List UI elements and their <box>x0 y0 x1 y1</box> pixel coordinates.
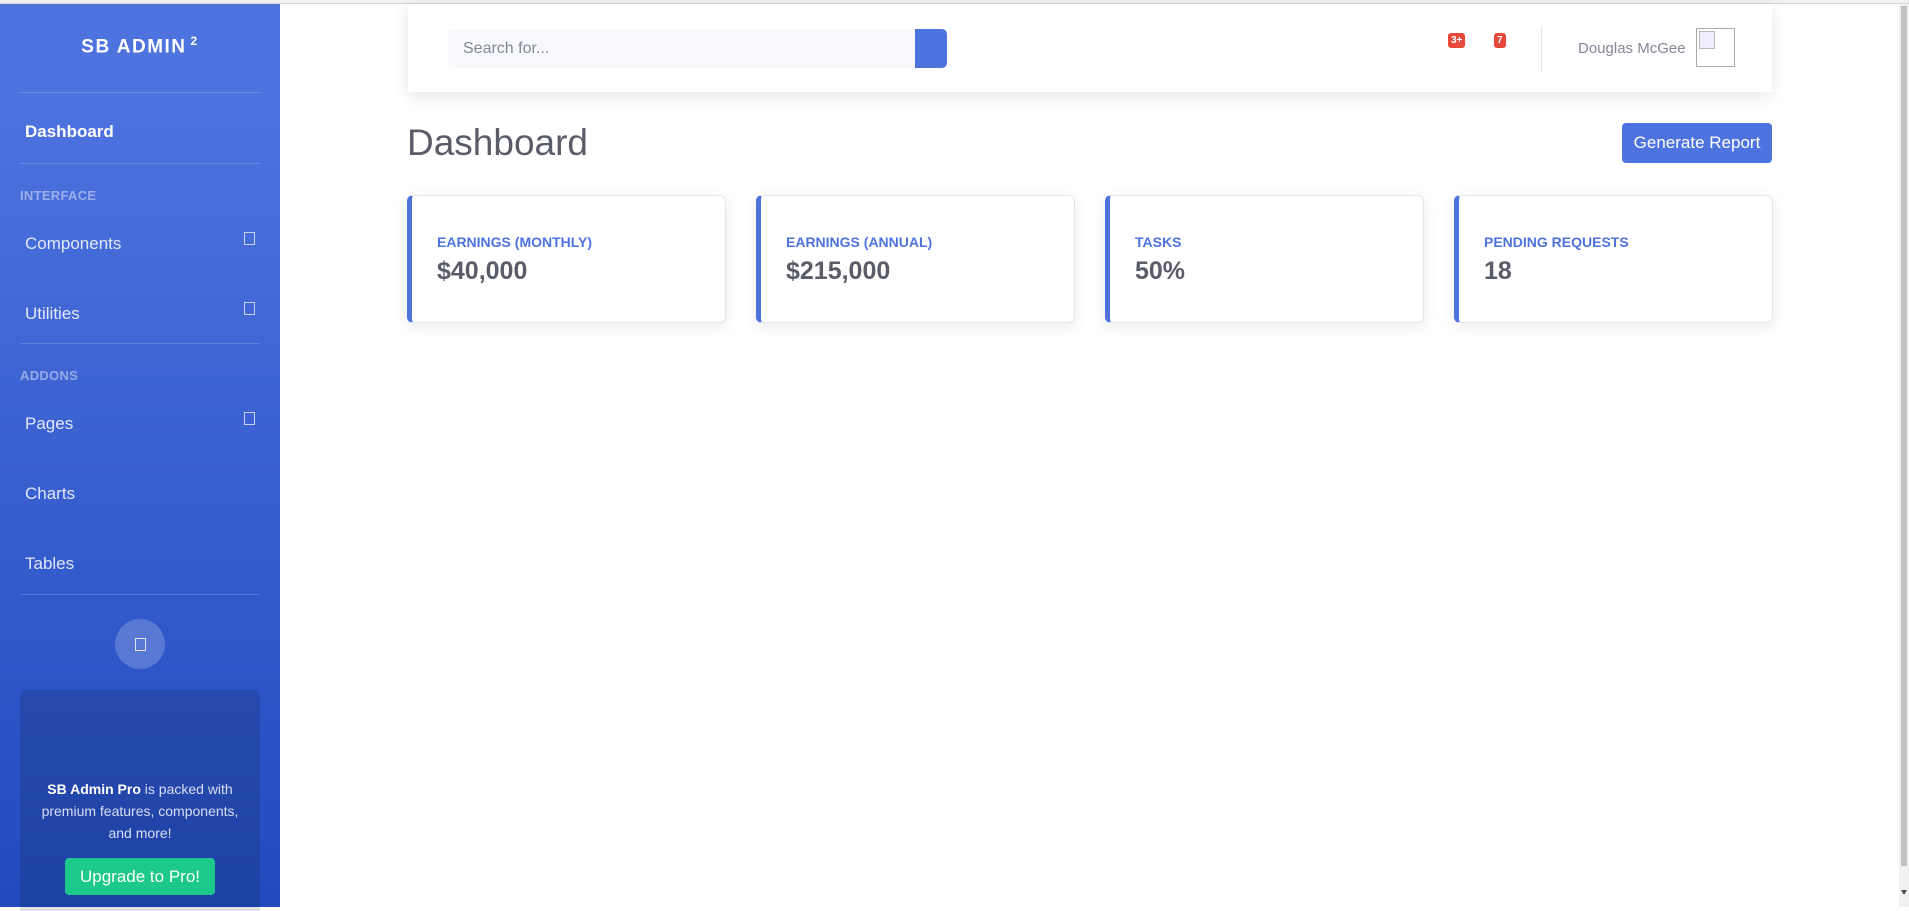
chevron-right-icon <box>244 232 255 245</box>
sidebar: SB ADMIN 2 Dashboard INTERFACE Components… <box>0 4 280 911</box>
user-name[interactable]: Douglas McGee <box>1578 40 1686 57</box>
upgrade-button[interactable]: Upgrade to Pro! <box>65 858 215 895</box>
sidebar-item-tables[interactable]: Tables <box>25 554 255 574</box>
sidebar-heading-addons: ADDONS <box>20 368 79 383</box>
avatar[interactable] <box>1696 28 1735 67</box>
card-value: $215,000 <box>786 257 891 285</box>
brand-text: SB ADMIN <box>81 36 187 58</box>
messages-dropdown[interactable]: 7 <box>1494 33 1518 58</box>
sidebar-item-label: Tables <box>25 554 75 573</box>
card-value: 50% <box>1135 257 1186 285</box>
sidebar-item-utilities[interactable]: Utilities <box>25 302 255 324</box>
sidebar-heading-interface: INTERFACE <box>20 188 97 203</box>
card-value: 18 <box>1484 257 1512 285</box>
search-input[interactable] <box>448 29 918 68</box>
sidebar-item-pages[interactable]: Pages <box>25 412 255 434</box>
sidebar-divider <box>20 92 260 93</box>
search-button[interactable] <box>915 29 947 68</box>
card-value: $40,000 <box>437 257 528 285</box>
sidebar-item-label: Pages <box>25 414 74 433</box>
brand-superscript: 2 <box>190 34 199 48</box>
sidebar-divider <box>20 163 260 164</box>
card-tasks: TASKS 50% <box>1105 195 1424 323</box>
card-label: EARNINGS (MONTHLY) <box>437 234 593 250</box>
sidebar-divider <box>20 594 260 595</box>
sidebar-item-dashboard[interactable]: Dashboard <box>25 122 255 142</box>
card-label: TASKS <box>1135 234 1182 250</box>
alerts-dropdown[interactable]: 3+ <box>1448 33 1474 58</box>
card-label: PENDING REQUESTS <box>1484 234 1629 250</box>
card-earnings-monthly: EARNINGS (MONTHLY) $40,000 <box>407 195 726 323</box>
card-earnings-annual: EARNINGS (ANNUAL) $215,000 <box>756 195 1075 323</box>
promo-text: SB Admin Pro is packed with premium feat… <box>35 778 245 844</box>
promo-bold: SB Admin Pro <box>47 781 141 797</box>
alerts-badge: 3+ <box>1448 33 1466 48</box>
card-label: EARNINGS (ANNUAL) <box>786 234 933 250</box>
messages-badge: 7 <box>1494 33 1506 48</box>
sidebar-item-components[interactable]: Components <box>25 232 255 254</box>
broken-image-icon <box>1699 31 1715 49</box>
sidebar-divider <box>20 343 260 344</box>
card-pending-requests: PENDING REQUESTS 18 <box>1454 195 1773 323</box>
chevron-right-icon <box>244 412 255 425</box>
chevron-left-icon <box>135 638 146 651</box>
sidebar-brand[interactable]: SB ADMIN 2 <box>0 34 280 58</box>
sidebar-item-label: Components <box>25 234 122 253</box>
sidebar-item-charts[interactable]: Charts <box>25 484 255 504</box>
chevron-right-icon <box>244 302 255 315</box>
scrollbar-thumb[interactable] <box>1901 6 1907 866</box>
sidebar-item-label: Utilities <box>25 304 80 323</box>
sidebar-item-label: Dashboard <box>25 122 114 141</box>
sidebar-item-label: Charts <box>25 484 76 503</box>
page-title: Dashboard <box>407 122 589 163</box>
sidebar-promo-card: SB Admin Pro is packed with premium feat… <box>20 690 260 911</box>
sidebar-toggle-button[interactable] <box>115 619 165 669</box>
scroll-down-icon[interactable] <box>1901 890 1907 895</box>
topbar: 3+ 7 Douglas McGee <box>408 4 1772 92</box>
generate-report-button[interactable]: Generate Report <box>1622 123 1772 163</box>
topbar-divider <box>1541 26 1542 72</box>
